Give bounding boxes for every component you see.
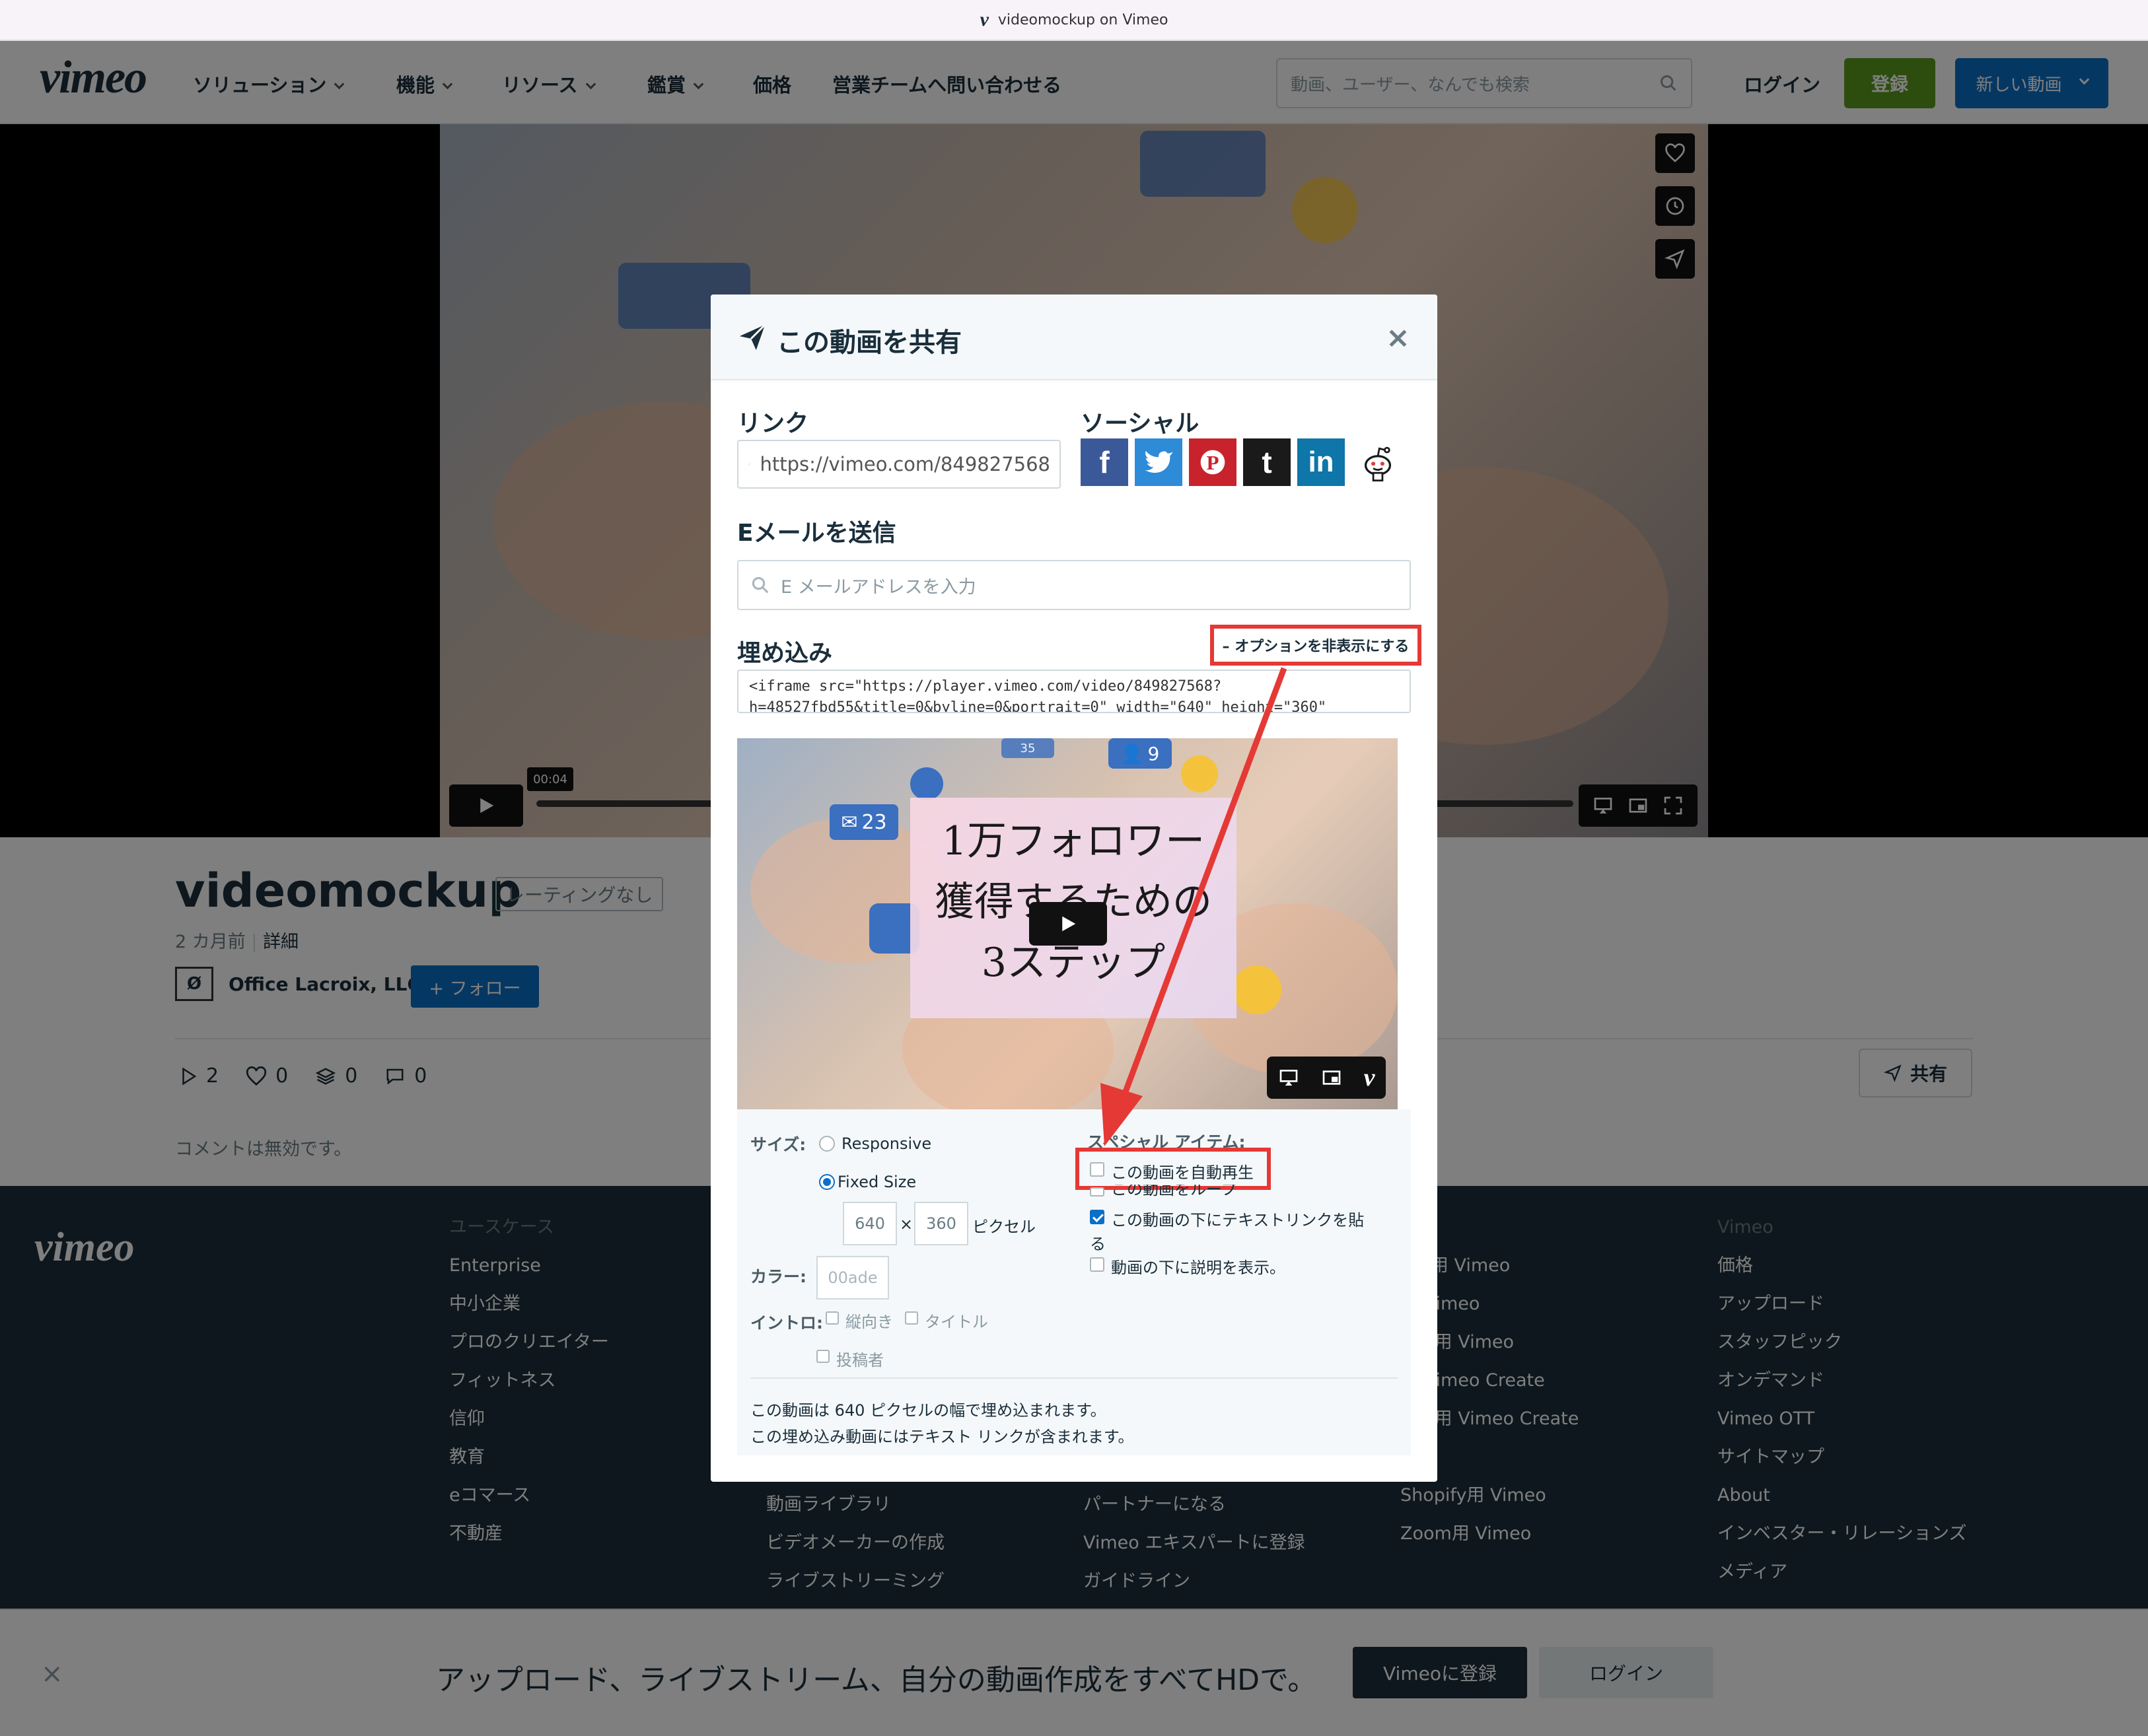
divider [750,1377,1398,1379]
twitter-icon[interactable] [1135,438,1182,486]
heart-eyes-emoji-icon [1233,965,1281,1014]
color-input[interactable]: 00ade [816,1256,889,1300]
close-icon[interactable]: × [1386,321,1410,355]
svg-text:P: P [1206,451,1219,474]
vimeo-v-icon: v [980,9,989,30]
link-input[interactable]: https://vimeo.com/849827568 [737,440,1061,489]
responsive-radio[interactable] [819,1136,835,1152]
link-value: https://vimeo.com/849827568 [760,453,1050,475]
description-checkbox[interactable] [1090,1257,1104,1272]
linkedin-icon[interactable]: in [1297,438,1345,486]
autoplay-highlight-box [1075,1148,1271,1190]
intro-title-checkbox[interactable] [905,1311,918,1325]
hide-options-link[interactable]: – オプションを非表示にする [1210,625,1421,666]
intro-byline-checkbox[interactable] [816,1350,830,1363]
like-badge: 35 [1001,738,1054,758]
search-icon [752,576,769,594]
email-input[interactable]: E メールアドレスを入力 [737,560,1411,610]
users-count: 9 [1147,742,1160,765]
thumbs-up-icon [910,767,943,800]
reddit-icon[interactable] [1354,438,1402,486]
embed-code-line: h=48527fbd55&title=0&byline=0&portrait=0… [749,699,1327,713]
embed-note-width: この動画は 640 ピクセルの幅で埋め込まれます。 [750,1401,1106,1420]
height-input[interactable]: 360 [914,1202,968,1245]
preview-play-button[interactable] [1029,902,1107,946]
color-label: カラー: [750,1267,806,1286]
paper-plane-icon [739,324,766,351]
users-badge: 👤 9 [1108,738,1172,769]
play-icon [1062,916,1076,932]
email-label: Eメールを送信 [737,520,896,547]
fixed-size-radio[interactable] [819,1174,835,1190]
fixed-size-label: Fixed Size [838,1173,917,1191]
modal-title: この動画を共有 [777,328,962,358]
responsive-label: Responsive [841,1134,932,1153]
window-title: videomockup on Vimeo [997,11,1168,28]
loop-checkbox[interactable] [1090,1187,1104,1197]
vimeo-v-icon[interactable]: v [1364,1063,1375,1092]
description-label: 動画の下に説明を表示。 [1111,1259,1285,1277]
mail-badge: ✉ 23 [830,804,898,840]
link-icon [748,463,750,466]
width-input[interactable]: 640 [843,1202,897,1245]
tumblr-icon[interactable]: t [1243,438,1291,486]
pip-icon[interactable] [1321,1067,1342,1088]
embed-code-textarea[interactable]: <iframe src="https://player.vimeo.com/vi… [737,670,1411,713]
social-label: ソーシャル [1081,410,1199,437]
intro-title-label: タイトル [925,1313,988,1331]
title-line: 1万フォロワー [941,818,1205,864]
email-placeholder: E メールアドレスを入力 [781,576,976,598]
pixels-label: ピクセル [972,1218,1036,1236]
user-icon: 👤 [1120,742,1144,765]
facebook-icon[interactable]: f [1081,438,1128,486]
intro-portrait-checkbox[interactable] [826,1311,839,1325]
size-label: サイズ: [750,1135,806,1154]
textlink-checkbox[interactable] [1090,1210,1104,1224]
embed-label: 埋め込み [737,640,833,667]
preview-controls: v [1267,1057,1386,1099]
link-label: リンク [737,410,809,437]
intro-portrait-label: 縦向き [845,1313,893,1331]
emoji-icon [1181,755,1218,792]
textlink-label-cont: る [1090,1235,1106,1253]
textlink-label: この動画の下にテキストリンクを貼 [1111,1211,1365,1230]
pinterest-icon[interactable]: P [1189,438,1236,486]
mail-icon: ✉ [841,810,858,834]
window-title-bar: v videomockup on Vimeo [0,0,2148,41]
times-sign: × [900,1215,913,1233]
mail-count: 23 [861,810,887,834]
embed-code-line: <iframe src="https://player.vimeo.com/vi… [749,678,1222,695]
intro-byline-label: 投稿者 [836,1351,884,1370]
intro-label: イントロ: [750,1313,823,1333]
loop-label: この動画をループ [1111,1185,1237,1198]
airplay-icon[interactable] [1278,1067,1299,1088]
like-count: 35 [1020,741,1036,755]
embed-note-textlink: この埋め込み動画にはテキスト リンクが含まれます。 [750,1428,1134,1446]
